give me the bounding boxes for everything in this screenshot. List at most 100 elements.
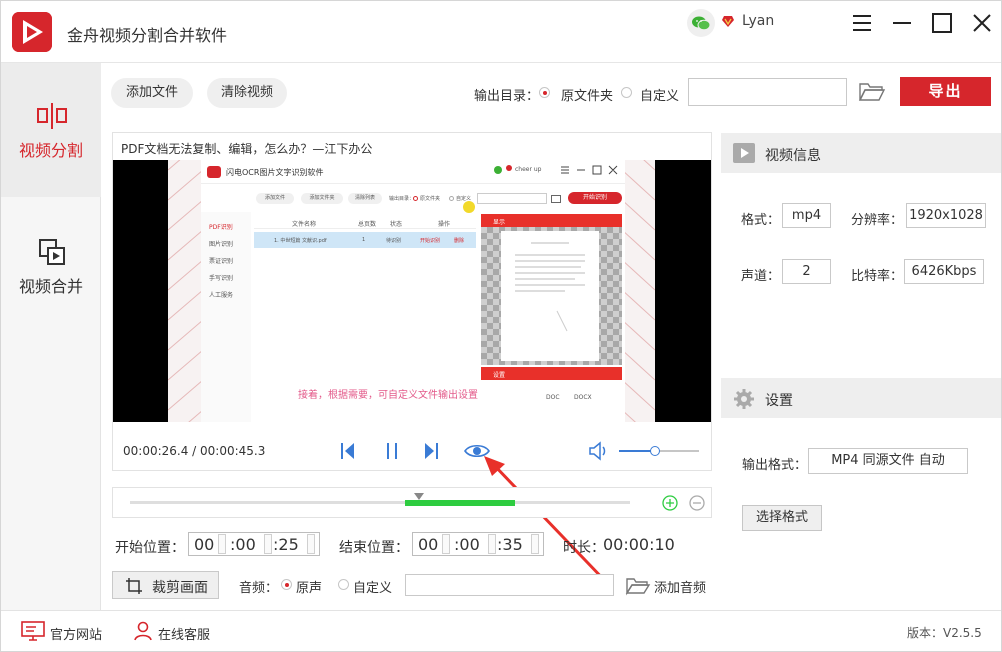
prev-frame-icon[interactable] (339, 441, 357, 461)
embedded-col-action: 操作 (438, 221, 451, 228)
official-site-link[interactable]: 官方网站 (50, 624, 102, 643)
next-frame-icon[interactable] (422, 441, 440, 461)
footer: 官方网站 在线客服 版本：V2.5.5 (1, 610, 1001, 651)
radio-custom-folder[interactable] (621, 87, 632, 98)
end-hours[interactable]: 00 (418, 535, 438, 554)
time-readout: 00:00:26.4 / 00:00:45.3 (123, 444, 266, 458)
sidebar-item-video-split[interactable]: 视频分割 (1, 63, 101, 197)
end-hours-spinner[interactable] (442, 534, 450, 554)
video-info-icon (733, 143, 755, 163)
embedded-document-page (501, 231, 599, 361)
audio-label: 音频： (239, 581, 279, 596)
embedded-col-pages: 总页数 (358, 221, 377, 228)
username[interactable]: Lyan (742, 13, 774, 29)
embedded-col-name: 文件名称 (292, 221, 317, 228)
decor-stripes-left (168, 160, 203, 422)
end-seconds-spinner[interactable] (531, 534, 539, 554)
split-icon (37, 101, 67, 131)
end-minutes[interactable]: :00 (454, 535, 480, 554)
add-audio-button[interactable]: 添加音频 (654, 577, 706, 596)
playhead-marker-icon[interactable] (414, 492, 424, 502)
embedded-row-pages: 1 (362, 237, 366, 243)
duration-label: 时长： (563, 540, 605, 556)
start-hours-spinner[interactable] (218, 534, 226, 554)
start-seconds-spinner[interactable] (307, 534, 315, 554)
embedded-option-doc: DOC (546, 394, 560, 401)
embedded-nav: PDF识别 图片识别 票证识别 手写识别 人工服务 (201, 212, 251, 422)
pause-icon[interactable] (383, 441, 401, 461)
sidebar-item-label: 视频合并 (18, 277, 83, 296)
end-minutes-spinner[interactable] (488, 534, 496, 554)
embedded-option-docx: DOCX (574, 394, 592, 401)
radio-custom-audio[interactable] (338, 579, 349, 590)
zoom-in-icon[interactable] (662, 495, 678, 511)
timeline[interactable] (112, 487, 712, 518)
start-position-label: 开始位置： (115, 540, 185, 556)
settings-title: 设置 (765, 393, 793, 409)
radio-source-folder[interactable] (539, 87, 550, 98)
sidebar: 视频分割 视频合并 (1, 63, 101, 610)
settings-header: 设置 (721, 378, 1001, 418)
embedded-nav-item: 手写识别 (209, 275, 234, 282)
end-position-label: 结束位置： (339, 540, 409, 556)
close-icon[interactable] (970, 11, 994, 35)
customer-service-icon[interactable] (133, 621, 153, 641)
embedded-table-header: 文件名称 总页数 状态 操作 (254, 217, 476, 229)
radio-original-audio[interactable] (281, 579, 292, 590)
timeline-track[interactable] (130, 501, 630, 504)
decor-stripes-right (622, 160, 655, 422)
embedded-nav-item: 票证识别 (209, 258, 234, 265)
embedded-radio-source-label: 原文件夹 (420, 196, 441, 202)
embedded-wechat-icon (494, 166, 502, 174)
maximize-icon[interactable] (930, 11, 954, 35)
monitor-icon[interactable] (21, 621, 45, 641)
end-time-input[interactable]: 00 :00 :35 (412, 532, 544, 556)
resolution-label: 分辨率： (851, 213, 904, 228)
zoom-out-icon[interactable] (689, 495, 705, 511)
volume-knob[interactable] (650, 446, 660, 456)
minimize-icon[interactable] (890, 11, 914, 35)
duration-value: 00:00:10 (603, 535, 675, 554)
audio-folder-icon[interactable] (625, 576, 651, 596)
start-seconds[interactable]: :25 (273, 535, 299, 554)
start-hours[interactable]: 00 (194, 535, 214, 554)
app-title: 金舟视频分割合并软件 (67, 26, 228, 45)
start-time-input[interactable]: 00 :00 :25 (188, 532, 320, 556)
embedded-row-delete: 删除 (454, 238, 465, 244)
embedded-col-status: 状态 (390, 221, 403, 228)
output-dir-label: 输出目录： (474, 89, 540, 104)
radio-custom-label: 自定义 (640, 89, 680, 104)
start-minutes-spinner[interactable] (264, 534, 272, 554)
gear-icon (733, 388, 755, 409)
folder-icon[interactable] (858, 80, 886, 104)
output-path-input[interactable] (688, 78, 847, 106)
channels-value: 2 (782, 259, 831, 284)
clear-video-button[interactable]: 清除视频 (207, 78, 287, 108)
online-service-link[interactable]: 在线客服 (158, 624, 210, 643)
export-button[interactable]: 导出 (900, 77, 991, 106)
embedded-app-window: 闪电OCR图片文字识别软件 cheer up 添加文件 添加文件夹 清除列表 输… (201, 160, 625, 422)
video-frame[interactable]: 闪电OCR图片文字识别软件 cheer up 添加文件 添加文件夹 清除列表 输… (113, 160, 711, 422)
embedded-start-button: 开始识别 (568, 192, 622, 204)
video-info-title: 视频信息 (765, 148, 821, 164)
audio-path-input[interactable] (405, 574, 614, 596)
crop-icon (125, 577, 143, 595)
start-minutes[interactable]: :00 (230, 535, 256, 554)
add-file-button[interactable]: 添加文件 (111, 78, 193, 108)
wechat-icon[interactable] (687, 9, 715, 37)
output-format-value: MP4 同源文件 自动 (808, 448, 968, 474)
embedded-clear-button: 清除列表 (348, 193, 382, 204)
channels-label: 声道： (741, 269, 781, 284)
video-caption: 接着，根据需要，可自定义文件输出设置 (298, 390, 478, 401)
embedded-row-name: 1. 中世短篇 文献识.pdf (274, 238, 327, 244)
sidebar-item-video-merge[interactable]: 视频合并 (1, 197, 101, 331)
embedded-path-input (477, 193, 547, 204)
volume-slider[interactable] (619, 446, 699, 456)
menu-icon[interactable] (850, 11, 874, 35)
crop-frame-button[interactable]: 裁剪画面 (112, 571, 219, 599)
end-seconds[interactable]: :35 (497, 535, 523, 554)
choose-format-button[interactable]: 选择格式 (742, 505, 822, 531)
embedded-output-label: 输出目录： (389, 196, 415, 202)
merge-icon (37, 237, 67, 267)
embedded-cursor-highlight (463, 201, 475, 213)
